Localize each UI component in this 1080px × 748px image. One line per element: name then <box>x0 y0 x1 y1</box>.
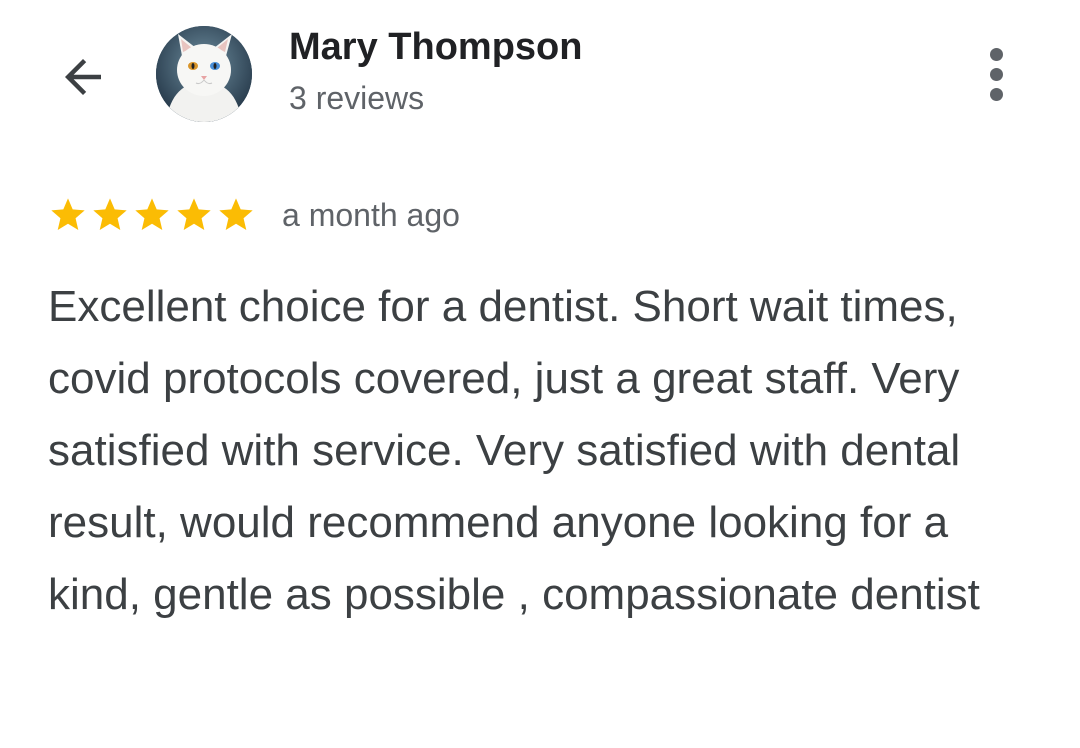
more-options-button[interactable] <box>968 42 1024 106</box>
star-rating <box>48 195 258 235</box>
more-vert-icon-dot <box>989 67 1003 81</box>
more-vert-icon-dot <box>989 87 1003 101</box>
review-text: Excellent choice for a dentist. Short wa… <box>48 282 980 619</box>
star-icon <box>135 198 169 230</box>
star-icon <box>177 198 211 230</box>
rating-row: a month ago <box>48 192 460 238</box>
back-button[interactable] <box>50 44 116 110</box>
author-name[interactable]: Mary Thompson <box>289 26 582 69</box>
review-date: a month ago <box>282 196 460 233</box>
avatar[interactable] <box>156 26 252 122</box>
star-icon <box>51 198 85 230</box>
arrow-back-icon <box>65 59 101 95</box>
more-vert-icon <box>989 47 1003 61</box>
white-cat-avatar-icon <box>156 26 252 122</box>
review-count: 3 reviews <box>289 80 425 116</box>
star-icon <box>93 198 127 230</box>
star-icon <box>219 198 253 230</box>
